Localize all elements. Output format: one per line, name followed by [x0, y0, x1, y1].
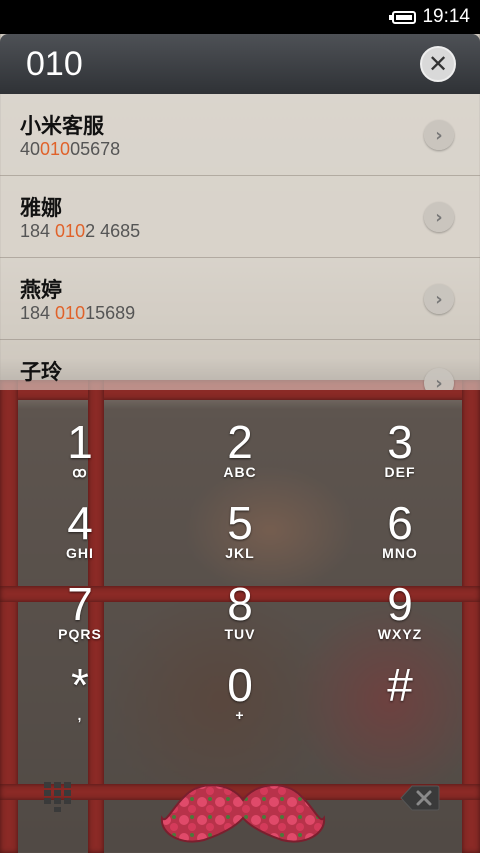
- contact-results-list: 小米客服 4001005678 › 雅娜 184 0102 4685 › 燕婷 …: [0, 94, 480, 390]
- key-9[interactable]: 9 WXYZ: [320, 578, 480, 658]
- key-0[interactable]: 0 +: [160, 659, 320, 739]
- backspace-icon[interactable]: [400, 784, 440, 812]
- chevron-right-icon[interactable]: ›: [424, 368, 454, 390]
- key-8[interactable]: 8 TUV: [160, 578, 320, 658]
- close-icon[interactable]: ✕: [420, 46, 456, 82]
- mustache-call-icon[interactable]: [160, 778, 326, 848]
- list-item[interactable]: 燕婷 184 01015689 ›: [0, 258, 480, 340]
- key-7[interactable]: 7 PQRS: [0, 578, 160, 658]
- key-hash[interactable]: #: [320, 659, 480, 739]
- dialpad-icon[interactable]: [44, 782, 74, 816]
- contact-name: 燕婷: [20, 278, 62, 302]
- list-item[interactable]: 小米客服 4001005678 ›: [0, 94, 480, 176]
- key-5[interactable]: 5 JKL: [160, 497, 320, 577]
- key-1[interactable]: 1 ꝏ: [0, 416, 160, 496]
- status-time: 19:14: [422, 6, 470, 27]
- key-3[interactable]: 3 DEF: [320, 416, 480, 496]
- contact-name: 小米客服: [20, 114, 104, 138]
- contact-number: 4001005678: [20, 139, 121, 159]
- key-star[interactable]: * ,: [0, 659, 160, 739]
- dialed-number[interactable]: 010: [26, 45, 83, 84]
- list-item[interactable]: 雅娜 184 0102 4685 ›: [0, 176, 480, 258]
- contact-name: 子玲: [20, 360, 62, 384]
- contact-number: 184 0102 4685: [20, 221, 141, 241]
- dialer-bottom-bar: [0, 760, 480, 853]
- key-6[interactable]: 6 MNO: [320, 497, 480, 577]
- chevron-right-icon[interactable]: ›: [424, 284, 454, 314]
- key-4[interactable]: 4 GHI: [0, 497, 160, 577]
- dial-input-bar[interactable]: 010 ✕: [0, 34, 480, 94]
- voicemail-icon: ꝏ: [72, 464, 88, 480]
- contact-number: 184 01015689: [20, 303, 136, 323]
- key-2[interactable]: 2 ABC: [160, 416, 320, 496]
- contact-name: 雅娜: [20, 196, 62, 220]
- battery-icon: [389, 10, 417, 24]
- list-item[interactable]: 子玲 ›: [0, 340, 480, 390]
- status-bar: 19:14: [0, 0, 480, 34]
- chevron-right-icon[interactable]: ›: [424, 120, 454, 150]
- chevron-right-icon[interactable]: ›: [424, 202, 454, 232]
